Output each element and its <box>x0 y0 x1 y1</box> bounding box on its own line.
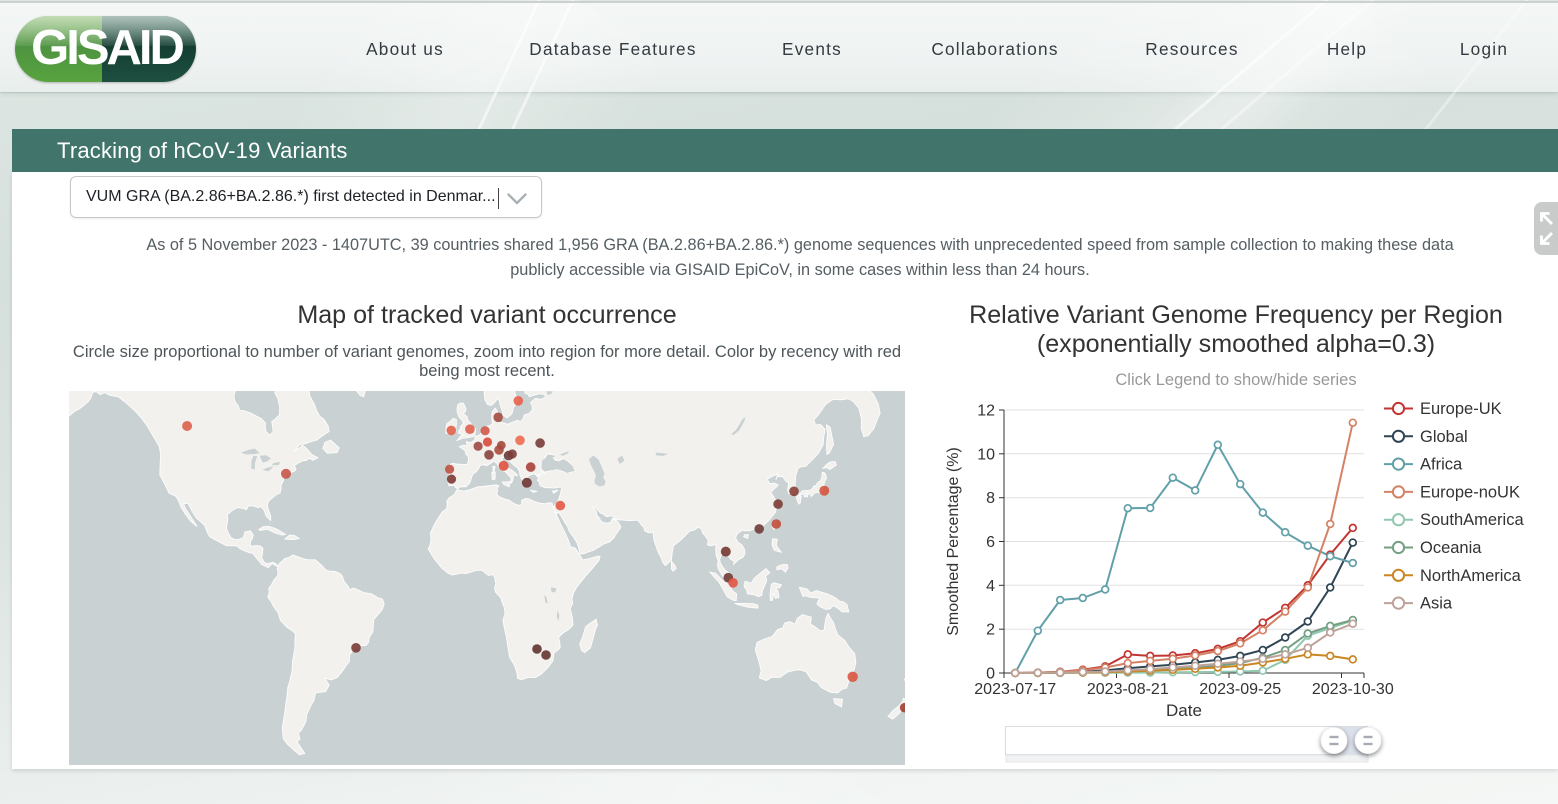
svg-text:Europe-UK: Europe-UK <box>1420 400 1502 418</box>
svg-text:2023-08-21: 2023-08-21 <box>1087 681 1169 698</box>
svg-text:SouthAmerica: SouthAmerica <box>1420 511 1524 529</box>
svg-text:2023-09-25: 2023-09-25 <box>1199 681 1281 698</box>
svg-text:6: 6 <box>986 534 995 551</box>
svg-text:2023-10-30: 2023-10-30 <box>1312 681 1394 698</box>
svg-text:NorthAmerica: NorthAmerica <box>1420 567 1522 585</box>
svg-text:2: 2 <box>986 622 995 639</box>
svg-text:Africa: Africa <box>1420 456 1463 474</box>
svg-text:Date: Date <box>1166 701 1202 720</box>
svg-text:Asia: Asia <box>1420 595 1453 613</box>
svg-text:0: 0 <box>986 666 995 683</box>
svg-text:Global: Global <box>1420 428 1468 446</box>
svg-text:Oceania: Oceania <box>1420 539 1482 557</box>
svg-text:Smoothed Percentage (%): Smoothed Percentage (%) <box>945 447 962 636</box>
svg-text:2023-07-17: 2023-07-17 <box>974 681 1056 698</box>
svg-text:4: 4 <box>986 578 995 595</box>
svg-text:Europe-noUK: Europe-noUK <box>1420 483 1520 501</box>
svg-text:12: 12 <box>977 403 995 420</box>
svg-text:10: 10 <box>977 446 995 463</box>
svg-text:8: 8 <box>986 490 995 507</box>
